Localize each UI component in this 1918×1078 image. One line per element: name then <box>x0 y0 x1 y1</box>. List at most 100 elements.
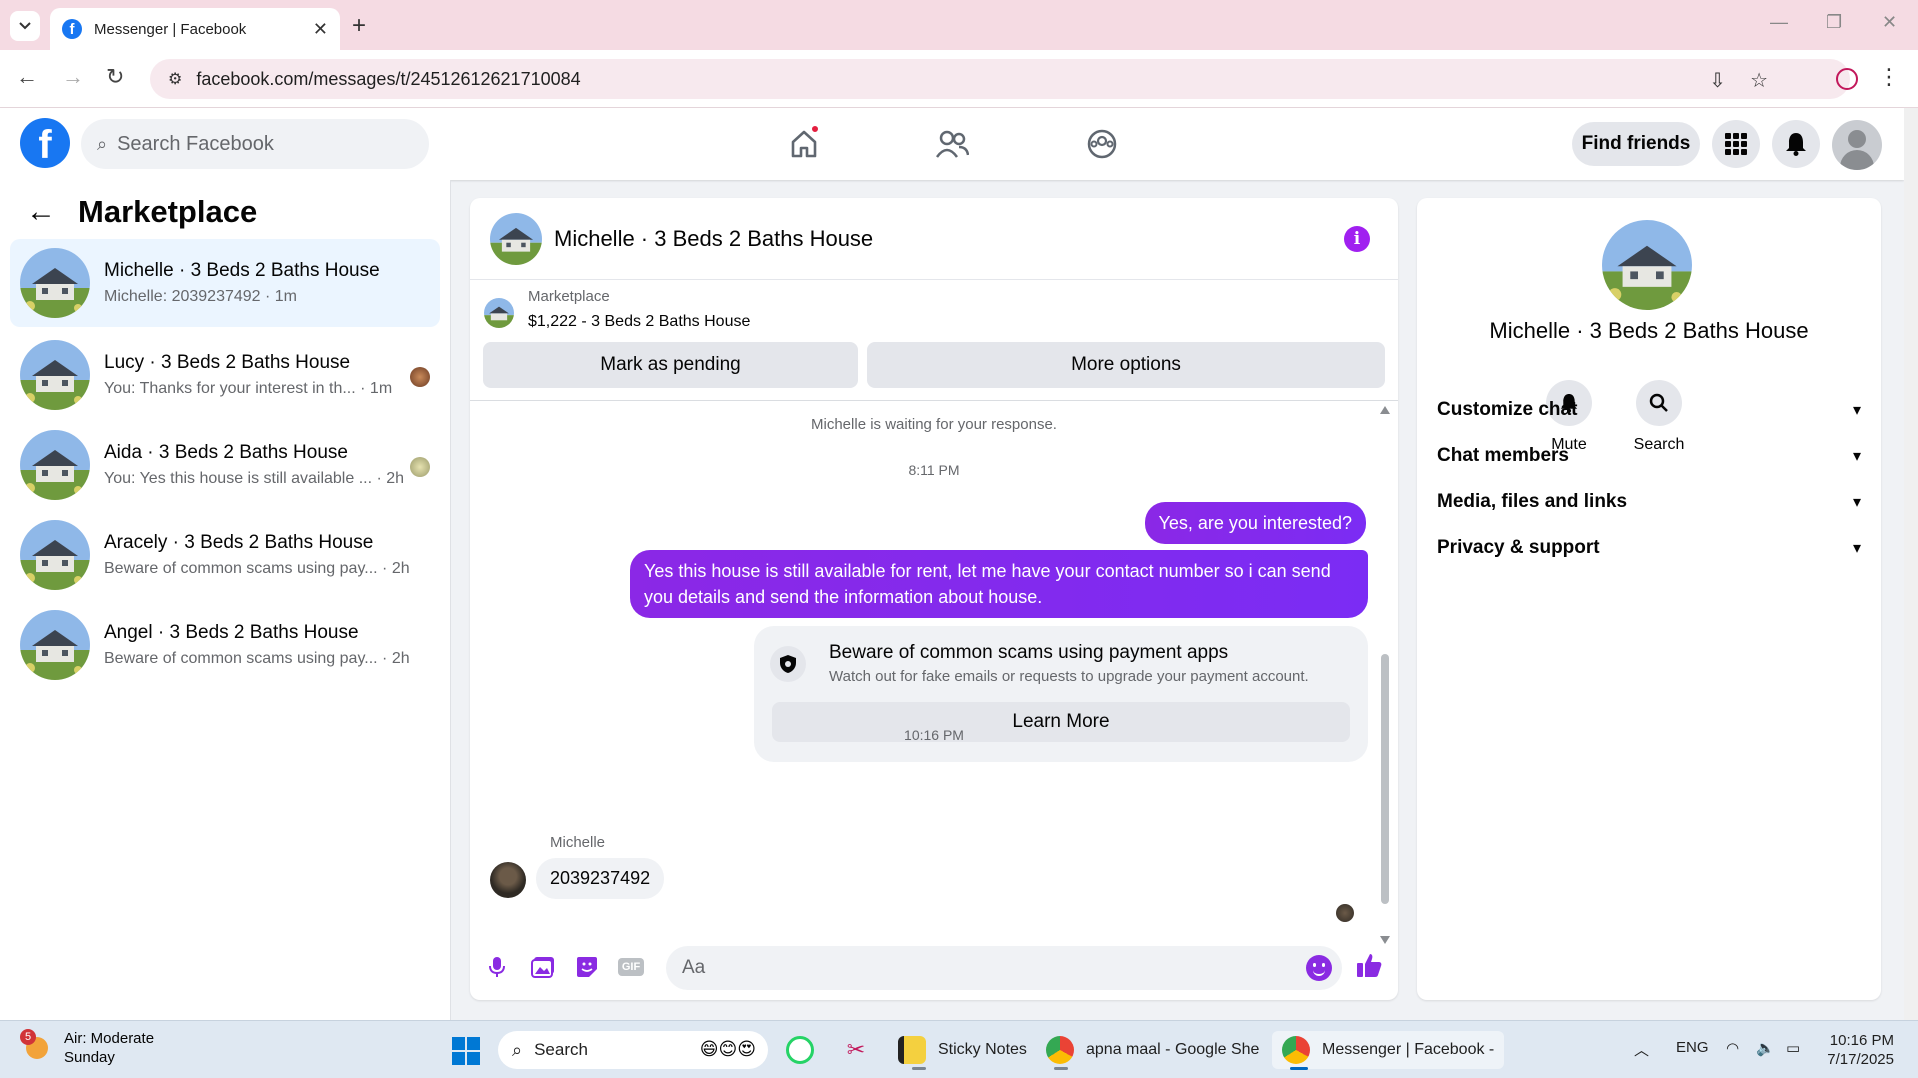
find-friends-button[interactable]: Find friends <box>1572 122 1700 166</box>
chat-avatar[interactable] <box>490 212 542 265</box>
back-arrow-icon[interactable]: ← <box>26 195 56 229</box>
nav-groups[interactable] <box>1062 122 1142 166</box>
notifications-button[interactable] <box>1772 120 1820 168</box>
conversation-preview: Beware of common scams using pay... · 2h <box>104 650 414 668</box>
tab-search-button[interactable] <box>10 11 40 41</box>
conversation-name: Aracely · 3 Beds 2 Baths House <box>104 532 374 553</box>
forward-arrow-icon[interactable]: → <box>62 64 84 90</box>
url-omnibox[interactable]: ⚙ facebook.com/messages/t/24512612621710… <box>150 59 1850 99</box>
windows-start-icon[interactable] <box>452 1037 480 1065</box>
browser-tab-messenger[interactable]: f Messenger | Facebook ✕ <box>50 8 340 50</box>
more-options-button[interactable]: More options <box>867 342 1385 388</box>
conversation-name: Michelle · 3 Beds 2 Baths House <box>104 260 380 281</box>
chrome-messenger-app[interactable]: Messenger | Facebook - <box>1272 1031 1505 1070</box>
clock-time: 10:16 PM <box>1829 1032 1894 1049</box>
photo-icon[interactable] <box>528 952 558 982</box>
chrome-sheets-app[interactable]: apna maal - Google She <box>1046 1031 1259 1070</box>
close-window-icon[interactable]: ✕ <box>1882 12 1897 33</box>
back-arrow-icon[interactable]: ← <box>16 64 38 90</box>
wifi-icon[interactable]: ◠ <box>1726 1039 1739 1057</box>
sticky-notes-app[interactable]: Sticky Notes <box>898 1031 1027 1070</box>
outgoing-message[interactable]: Yes this house is still available for re… <box>630 550 1368 618</box>
friends-icon <box>935 130 969 158</box>
sender-name: Michelle <box>550 834 606 851</box>
house-avatar <box>20 248 90 318</box>
facebook-logo-icon[interactable]: f <box>20 118 70 168</box>
microphone-icon[interactable] <box>482 952 512 982</box>
page-scrollbar[interactable] <box>1904 108 1918 1020</box>
close-tab-icon[interactable]: ✕ <box>313 19 328 40</box>
waiting-note: Michelle is waiting for your response. <box>811 416 1057 433</box>
facebook-search-input[interactable] <box>117 132 378 156</box>
tray-expand-icon[interactable]: ︿ <box>1634 1039 1649 1060</box>
info-icon[interactable]: i <box>1344 226 1370 252</box>
conversation-item[interactable]: Angel · 3 Beds 2 Baths House Beware of c… <box>10 601 440 689</box>
chat-members-item[interactable]: Chat members ▾ <box>1437 436 1861 476</box>
clock-date: 7/17/2025 <box>1827 1051 1894 1068</box>
conversation-item[interactable]: Lucy · 3 Beds 2 Baths House You: Thanks … <box>10 331 440 419</box>
profile-avatar[interactable] <box>1602 220 1692 310</box>
incoming-message[interactable]: 2039237492 <box>536 858 665 899</box>
message-composer: GIF <box>470 938 1398 1000</box>
mark-pending-button[interactable]: Mark as pending <box>483 342 858 388</box>
volume-icon[interactable]: 🔈 <box>1756 1039 1775 1057</box>
system-clock[interactable]: 10:16 PM 7/17/2025 <box>1827 1031 1894 1069</box>
chevron-down-icon <box>19 22 31 30</box>
emoji-icon[interactable] <box>1306 955 1332 981</box>
chrome-icon <box>1046 1036 1074 1070</box>
house-avatar <box>20 610 90 680</box>
item-label: Privacy & support <box>1437 537 1600 558</box>
listing-source: Marketplace <box>528 288 610 305</box>
gif-icon[interactable]: GIF <box>616 952 646 982</box>
message-input[interactable] <box>682 957 1262 979</box>
new-tab-button[interactable]: + <box>352 12 366 40</box>
site-info-icon[interactable]: ⚙ <box>168 69 182 89</box>
profile-name: Michelle · 3 Beds 2 Baths House <box>1489 318 1809 343</box>
browser-profile-icon[interactable] <box>1836 68 1858 90</box>
weather-widget[interactable]: 5 Air: Moderate Sunday <box>20 1029 155 1067</box>
privacy-support-item[interactable]: Privacy & support ▾ <box>1437 528 1861 568</box>
scroll-up-icon[interactable] <box>1380 406 1390 414</box>
conversation-item[interactable]: Michelle · 3 Beds 2 Baths House Michelle… <box>10 239 440 327</box>
reload-icon[interactable]: ↻ <box>106 64 124 90</box>
sticky-notes-label: Sticky Notes <box>938 1041 1027 1058</box>
search-icon: ⌕ <box>97 133 108 154</box>
chat-scroll-thumb[interactable] <box>1381 654 1389 904</box>
minimize-window-icon[interactable]: — <box>1770 12 1788 33</box>
snipping-tool-app[interactable]: ✂ <box>842 1031 882 1069</box>
weather-subtitle: Sunday <box>64 1049 115 1066</box>
account-avatar[interactable] <box>1832 120 1882 170</box>
marketplace-listing[interactable]: Marketplace $1,222 - 3 Beds 2 Baths Hous… <box>484 288 750 331</box>
sticker-icon[interactable] <box>572 952 602 982</box>
avatar-head-shape <box>1848 130 1866 148</box>
message-input-box[interactable] <box>666 946 1342 990</box>
bookmark-star-icon[interactable]: ☆ <box>1750 68 1768 93</box>
weather-title: Air: Moderate <box>64 1030 155 1047</box>
battery-icon[interactable]: ▭ <box>1786 1039 1800 1057</box>
conversation-preview: Michelle: 2039237492 · 1m <box>104 288 298 305</box>
conversation-item[interactable]: Aida · 3 Beds 2 Baths House You: Yes thi… <box>10 421 440 509</box>
outgoing-message[interactable]: Yes, are you interested? <box>1144 502 1366 544</box>
restore-window-icon[interactable]: ❐ <box>1826 12 1842 33</box>
language-indicator[interactable]: ENG <box>1676 1039 1709 1056</box>
media-files-links-item[interactable]: Media, files and links ▾ <box>1437 482 1861 522</box>
listing-title: $1,222 - 3 Beds 2 Baths House <box>528 313 751 330</box>
divider <box>470 400 1398 401</box>
conversation-item[interactable]: Aracely · 3 Beds 2 Baths House Beware of… <box>10 511 440 599</box>
whatsapp-app[interactable] <box>786 1031 826 1069</box>
taskbar-search[interactable]: ⌕ Search 😄😊😍 <box>498 1031 768 1069</box>
preview-text: Beware of common scams using pay... <box>104 560 378 577</box>
sender-avatar[interactable] <box>490 862 526 898</box>
facebook-search[interactable]: ⌕ <box>81 119 429 169</box>
chat-title[interactable]: Michelle · 3 Beds 2 Baths House <box>554 226 873 252</box>
listing-thumb <box>484 298 514 328</box>
conversation-name: Angel · 3 Beds 2 Baths House <box>104 622 359 643</box>
thumbs-up-icon[interactable] <box>1356 952 1382 985</box>
seen-indicator-avatar <box>1336 904 1354 922</box>
customize-chat-item[interactable]: Customize chat ▾ <box>1437 390 1861 430</box>
nav-home[interactable] <box>764 122 844 166</box>
browser-menu-icon[interactable]: ⋮ <box>1878 64 1900 90</box>
nav-friends[interactable] <box>912 122 992 166</box>
menu-button[interactable] <box>1712 120 1760 168</box>
install-app-icon[interactable]: ⇩ <box>1709 68 1726 93</box>
